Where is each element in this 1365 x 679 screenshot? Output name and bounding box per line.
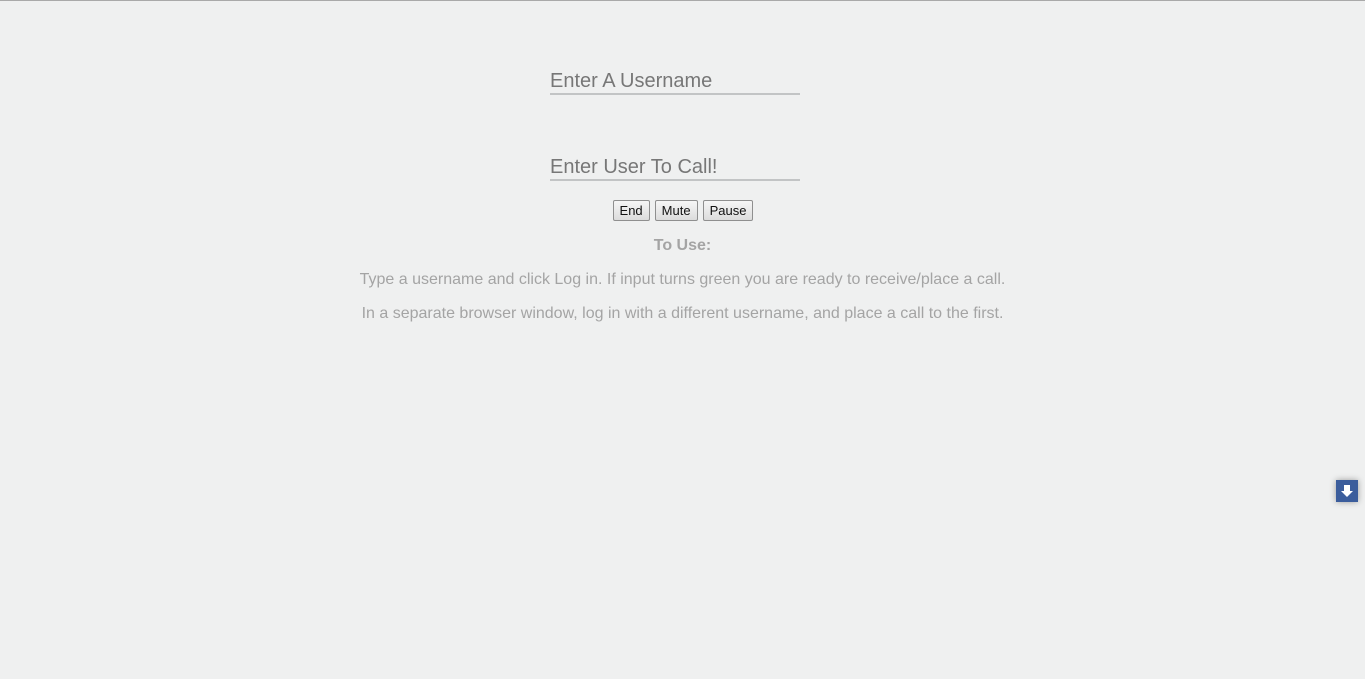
mute-button[interactable]: Mute [654, 200, 698, 221]
arrow-down-icon [1341, 485, 1353, 497]
instructions-heading: To Use: [653, 237, 712, 254]
call-controls: End Mute Pause [0, 200, 1365, 221]
pause-button[interactable]: Pause [702, 200, 754, 221]
callee-input[interactable] [550, 155, 800, 181]
instructions-line-2: In a separate browser window, log in wit… [361, 305, 1004, 322]
username-input[interactable] [550, 69, 800, 95]
top-border [0, 0, 1365, 1]
scroll-down-button[interactable] [1336, 480, 1358, 502]
end-button[interactable]: End [612, 200, 650, 221]
instructions-line-1: Type a username and click Log in. If inp… [359, 271, 1006, 288]
